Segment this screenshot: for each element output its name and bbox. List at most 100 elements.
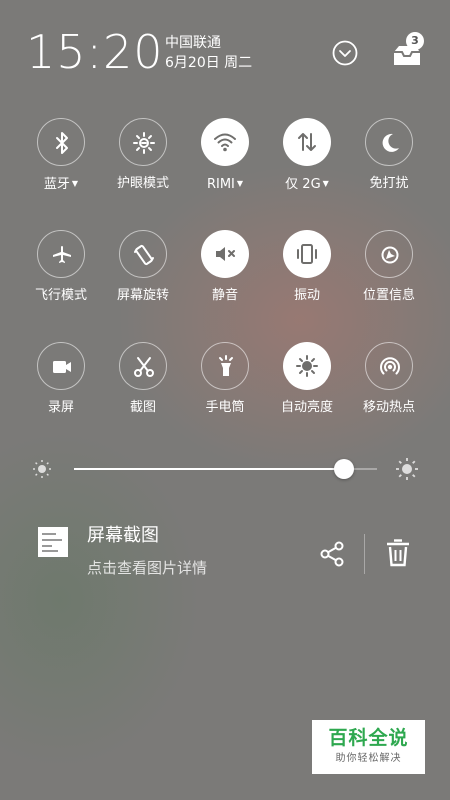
clock: 15:20: [26, 25, 164, 79]
toggle-button[interactable]: [283, 230, 331, 278]
toggle-label-text: 静音: [211, 288, 238, 303]
toggle-rotate[interactable]: 屏幕旋转: [102, 230, 184, 304]
toggle-label-text: 手电筒: [205, 400, 245, 415]
share-icon[interactable]: [318, 540, 346, 568]
toggle-button[interactable]: [201, 230, 249, 278]
toggle-button[interactable]: [37, 230, 85, 278]
brightness-slider-thumb[interactable]: [333, 459, 354, 479]
toggle-wifi[interactable]: RIMI ▼: [184, 118, 266, 193]
brightness-low-icon: [33, 460, 51, 478]
toggle-label: 静音: [184, 288, 266, 304]
bluetooth-icon: [56, 132, 68, 154]
toggle-label: 自动亮度: [266, 400, 348, 416]
toggle-label-text: RIMI: [206, 177, 235, 192]
toggle-hotspot[interactable]: 移动热点: [348, 342, 430, 416]
location-icon: [381, 246, 399, 264]
toggle-eye-care[interactable]: 护眼模式: [102, 118, 184, 192]
toggle-location[interactable]: 位置信息: [348, 230, 430, 304]
rotate-icon: [134, 244, 154, 266]
toggle-button[interactable]: [37, 118, 85, 166]
status-header: 15:20 中国联通 6月20日 周二 3: [0, 0, 450, 90]
notification-count-badge: 3: [406, 32, 424, 50]
brightness-slider[interactable]: [74, 459, 377, 479]
toggle-button[interactable]: [119, 230, 167, 278]
toggle-label-text: 振动: [293, 288, 320, 303]
toggle-label-text: 仅 2G: [285, 177, 321, 192]
toggle-label: 蓝牙 ▼: [20, 176, 102, 193]
caret-down-icon[interactable]: ▼: [72, 179, 78, 188]
wifi-icon: [214, 133, 236, 152]
toggle-button[interactable]: [119, 342, 167, 390]
delete-icon[interactable]: [384, 538, 412, 568]
toggle-button[interactable]: [365, 118, 413, 166]
toggle-label: 护眼模式: [102, 176, 184, 192]
toggle-button[interactable]: [365, 342, 413, 390]
carrier-name: 中国联通: [165, 35, 221, 51]
toggle-label: RIMI ▼: [184, 176, 266, 193]
hotspot-icon: [380, 357, 400, 375]
toggle-label-text: 护眼模式: [116, 176, 169, 191]
screenshot-notification[interactable]: 屏幕截图 点击查看图片详情: [0, 520, 450, 590]
screenshot-thumbnail: [38, 527, 68, 557]
toggle-moon[interactable]: 免打扰: [348, 118, 430, 192]
toggle-label-text: 移动热点: [362, 400, 415, 415]
vibrate-icon: [297, 244, 317, 264]
mute-icon: [216, 247, 235, 261]
toggle-button[interactable]: [201, 118, 249, 166]
toggle-label: 截图: [102, 400, 184, 416]
scissors-icon: [134, 357, 154, 377]
toggle-flashlight[interactable]: 手电筒: [184, 342, 266, 416]
watermark-logo: 百科全说 助你轻松解决: [312, 720, 425, 774]
date: 6月20日 周二: [165, 55, 253, 71]
toggle-label-text: 位置信息: [362, 288, 415, 303]
toggle-auto-brightness[interactable]: 自动亮度: [266, 342, 348, 416]
toggle-button[interactable]: [283, 342, 331, 390]
moon-icon: [382, 133, 399, 152]
toggle-button[interactable]: [37, 342, 85, 390]
toggle-mobile-data[interactable]: 仅 2G ▼: [266, 118, 348, 193]
toggle-button[interactable]: [201, 342, 249, 390]
toggle-label: 位置信息: [348, 288, 430, 304]
toggle-screen-record[interactable]: 录屏: [20, 342, 102, 416]
toggle-label: 飞行模式: [20, 288, 102, 304]
caret-down-icon[interactable]: ▼: [323, 179, 329, 188]
notification-subtitle: 点击查看图片详情: [87, 559, 208, 577]
notification-divider: [364, 534, 365, 574]
screen-record-icon: [53, 361, 71, 373]
toggle-button[interactable]: [365, 230, 413, 278]
toggle-label: 仅 2G ▼: [266, 176, 348, 193]
flashlight-icon: [219, 355, 233, 376]
toggle-label: 免打扰: [348, 176, 430, 192]
toggle-button[interactable]: [119, 118, 167, 166]
toggle-mute[interactable]: 静音: [184, 230, 266, 304]
toggle-bluetooth[interactable]: 蓝牙 ▼: [20, 118, 102, 193]
toggle-button[interactable]: [283, 118, 331, 166]
brightness-fill: [74, 468, 344, 470]
toggle-label-text: 免打扰: [369, 176, 409, 191]
toggle-scissors[interactable]: 截图: [102, 342, 184, 416]
toggle-vibrate[interactable]: 振动: [266, 230, 348, 304]
mobile-data-icon: [298, 133, 316, 151]
toggle-label: 屏幕旋转: [102, 288, 184, 304]
toggle-label-text: 屏幕旋转: [116, 288, 169, 303]
toggle-airplane[interactable]: 飞行模式: [20, 230, 102, 304]
toggle-label-text: 录屏: [47, 400, 74, 415]
brightness-high-icon: [396, 458, 418, 480]
notification-title: 屏幕截图: [87, 525, 159, 546]
toggle-label: 移动热点: [348, 400, 430, 416]
caret-down-icon[interactable]: ▼: [237, 179, 243, 188]
chevron-down-icon[interactable]: [332, 40, 358, 66]
auto-brightness-icon: [296, 355, 318, 377]
eye-care-icon: [133, 132, 155, 154]
watermark-title: 百科全说: [328, 727, 409, 749]
toggle-label-text: 截图: [129, 400, 156, 415]
toggle-label-text: 蓝牙: [43, 177, 70, 192]
brightness-control: [0, 450, 450, 490]
toggle-label: 手电筒: [184, 400, 266, 416]
toggle-label-text: 飞行模式: [34, 288, 87, 303]
toggle-label: 录屏: [20, 400, 102, 416]
toggle-label-text: 自动亮度: [280, 400, 333, 415]
airplane-icon: [53, 246, 71, 263]
toggle-label: 振动: [266, 288, 348, 304]
notification-tray-button[interactable]: 3: [390, 32, 424, 68]
